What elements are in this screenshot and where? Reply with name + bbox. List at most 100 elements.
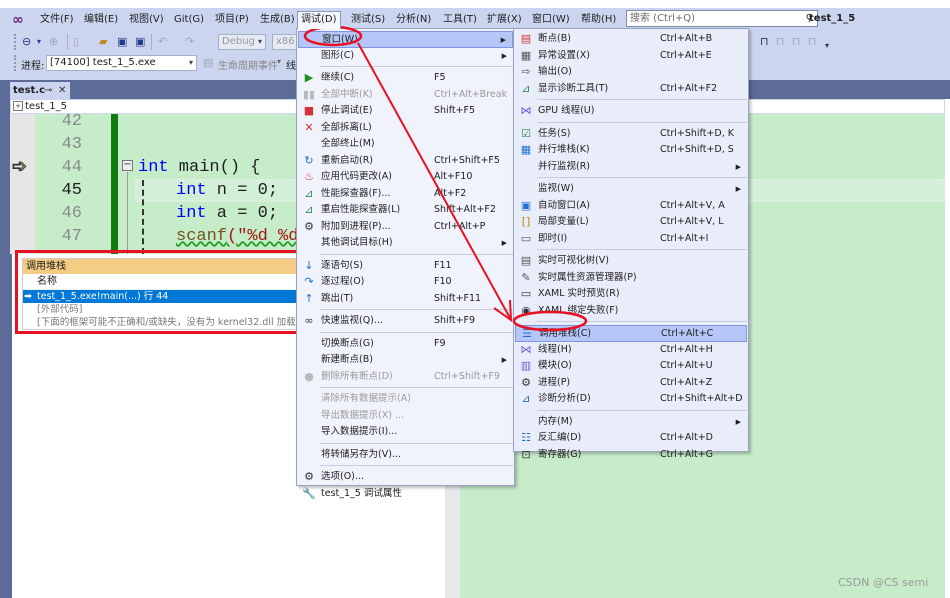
navigate-forward-icon[interactable]: ⊕ bbox=[49, 35, 58, 49]
step-over-icon: ↷ bbox=[304, 275, 314, 288]
menu-0[interactable]: 文件(F) bbox=[37, 12, 77, 28]
menu-item-11[interactable]: ⊿ 重启性能探查器(L) Shift+Alt+F2 bbox=[298, 202, 513, 219]
output-icon: ⇨ bbox=[521, 65, 531, 78]
menu-item-4[interactable]: ▮▮ 全部中断(K) Ctrl+Alt+Break bbox=[298, 87, 513, 104]
process-select[interactable]: [74100] test_1_5.exe ▾ bbox=[46, 55, 197, 71]
code-text: n = 0; bbox=[206, 181, 279, 200]
menu-item-26[interactable]: 导出数据提示(X) ... bbox=[298, 408, 513, 425]
menu-5[interactable]: 生成(B) bbox=[257, 12, 298, 28]
configuration-select[interactable]: Debug ▾ bbox=[218, 34, 266, 50]
menu-6[interactable]: 调试(D) bbox=[297, 11, 341, 29]
prev-bookmark-icon[interactable]: ⊓ bbox=[776, 35, 785, 49]
menu-item-17[interactable]: ↑ 跳出(T) Shift+F11 bbox=[298, 291, 513, 308]
redo-icon[interactable]: ↷ bbox=[185, 35, 194, 49]
menu-item-12[interactable]: ⚙ 附加到进程(P)... Ctrl+Alt+P bbox=[298, 219, 513, 236]
menu-7[interactable]: 测试(S) bbox=[348, 12, 388, 28]
toolbar-grip[interactable] bbox=[14, 55, 17, 71]
menu-item-32[interactable]: 🔧 test_1_5 调试属性 bbox=[298, 486, 513, 503]
menu-10[interactable]: 扩展(X) bbox=[484, 12, 525, 28]
close-icon[interactable]: ✕ bbox=[58, 82, 66, 99]
navigate-back-icon[interactable]: ⊖ bbox=[22, 35, 31, 49]
menu-item-19[interactable]: ◉ XAML 绑定失败(F) bbox=[515, 303, 747, 320]
lifecycle-events-button[interactable]: 生命周期事件 bbox=[218, 57, 278, 72]
open-file-icon[interactable]: ▰ bbox=[99, 35, 107, 49]
process-value: [74100] test_1_5.exe bbox=[50, 57, 156, 68]
menu-item-25[interactable]: 清除所有数据提示(A) bbox=[298, 391, 513, 408]
menu-1[interactable]: 编辑(E) bbox=[81, 12, 121, 28]
menu-item-6[interactable]: ✕ 全部拆离(L) bbox=[298, 120, 513, 137]
delete-breakpoints-icon: ● bbox=[304, 369, 314, 383]
menu-item-9[interactable]: 并行监视(R) ▶ bbox=[515, 159, 747, 176]
indicator-margin[interactable] bbox=[10, 114, 35, 254]
menu-item-2[interactable]: ⇨ 输出(O) bbox=[515, 64, 747, 81]
menu-item-21[interactable]: 切换断点(G) F9 bbox=[298, 336, 513, 353]
undo-icon[interactable]: ↶ bbox=[158, 35, 167, 49]
menu-item-27[interactable]: 内存(M) ▶ bbox=[515, 414, 747, 431]
menu-9[interactable]: 工具(T) bbox=[440, 12, 480, 28]
menu-item-label: 逐语句(S) bbox=[321, 259, 363, 271]
menu-item-3[interactable]: ▶ 继续(C) F5 bbox=[298, 70, 513, 87]
menu-item-21[interactable]: ☰ 调用堆栈(C) Ctrl+Alt+C bbox=[515, 325, 747, 342]
new-project-icon[interactable]: ▯ bbox=[73, 35, 79, 49]
menu-item-shortcut: Ctrl+Alt+D bbox=[660, 432, 714, 443]
menu-item-29[interactable]: 将转储另存为(V)... bbox=[298, 447, 513, 464]
bookmark-icon[interactable]: ⊓ bbox=[760, 35, 769, 49]
menu-item-0[interactable]: ▤ 断点(B) Ctrl+Alt+B bbox=[515, 31, 747, 48]
menu-item-23[interactable]: ● 删除所有断点(D) Ctrl+Shift+F9 bbox=[298, 369, 513, 386]
save-all-icon[interactable]: ▣ bbox=[135, 35, 145, 49]
menu-4[interactable]: 项目(P) bbox=[212, 12, 252, 28]
menu-3[interactable]: Git(G) bbox=[171, 12, 207, 28]
menu-item-22[interactable]: 新建断点(B) ▶ bbox=[298, 352, 513, 369]
menu-11[interactable]: 窗口(W) bbox=[529, 12, 573, 28]
menu-item-3[interactable]: ⊿ 显示诊断工具(T) Ctrl+Alt+F2 bbox=[515, 81, 747, 98]
menu-item-9[interactable]: ♨ 应用代码更改(A) Alt+F10 bbox=[298, 169, 513, 186]
menu-item-8[interactable]: ↻ 重新启动(R) Ctrl+Shift+F5 bbox=[298, 153, 513, 170]
menu-item-16[interactable]: ↷ 逐过程(O) F10 bbox=[298, 274, 513, 291]
menu-item-11[interactable]: 监视(W) ▶ bbox=[515, 181, 747, 198]
menu-item-7[interactable]: ☑ 任务(S) Ctrl+Shift+D, K bbox=[515, 126, 747, 143]
tab-test-c[interactable]: test.c ⊸ ✕ bbox=[10, 82, 70, 99]
menu-item-0[interactable]: 窗口(W) ▶ bbox=[298, 31, 513, 48]
search-input[interactable]: 搜索 (Ctrl+Q) ⚲ bbox=[626, 10, 818, 27]
menu-item-13[interactable]: [] 局部变量(L) Ctrl+Alt+V, L bbox=[515, 214, 747, 231]
menu-item-31[interactable]: ⚙ 选项(O)... bbox=[298, 469, 513, 486]
menu-item-17[interactable]: ✎ 实时属性资源管理器(P) bbox=[515, 270, 747, 287]
menu-item-25[interactable]: ⊿ 诊断分析(D) Ctrl+Shift+Alt+D bbox=[515, 391, 747, 408]
menu-item-14[interactable]: ▭ 即时(I) Ctrl+Alt+I bbox=[515, 231, 747, 248]
menu-item-7[interactable]: 全部终止(M) bbox=[298, 136, 513, 153]
menu-item-23[interactable]: ▥ 模块(O) Ctrl+Alt+U bbox=[515, 358, 747, 375]
save-icon[interactable]: ▣ bbox=[117, 35, 127, 49]
next-bookmark-icon[interactable]: ⊓ bbox=[792, 35, 801, 49]
chevron-down-icon[interactable]: ▾ bbox=[277, 57, 281, 66]
toolbar-overflow-icon[interactable]: ▾ bbox=[825, 39, 829, 53]
line-number: 46 bbox=[61, 204, 82, 223]
pin-icon[interactable]: ⊸ bbox=[44, 82, 52, 99]
menu-item-27[interactable]: 导入数据提示(I)... bbox=[298, 424, 513, 441]
call-stack-icon: ☰ bbox=[522, 327, 532, 340]
toolbar-grip[interactable] bbox=[14, 34, 17, 50]
menu-item-8[interactable]: ▦ 并行堆栈(K) Ctrl+Shift+D, S bbox=[515, 142, 747, 159]
menu-item-24[interactable]: ⚙ 进程(P) Ctrl+Alt+Z bbox=[515, 375, 747, 392]
menu-item-18[interactable]: ▭ XAML 实时预览(R) bbox=[515, 286, 747, 303]
menu-item-5[interactable]: ■ 停止调试(E) Shift+F5 bbox=[298, 103, 513, 120]
menu-item-13[interactable]: 其他调试目标(H) ▶ bbox=[298, 235, 513, 252]
menu-item-1[interactable]: 图形(C) ▶ bbox=[298, 48, 513, 65]
menu-item-22[interactable]: ⋈ 线程(H) Ctrl+Alt+H bbox=[515, 342, 747, 359]
menu-item-15[interactable]: ↓ 逐语句(S) F11 bbox=[298, 258, 513, 275]
menu-2[interactable]: 视图(V) bbox=[126, 12, 167, 28]
menu-item-28[interactable]: ☷ 反汇编(D) Ctrl+Alt+D bbox=[515, 430, 747, 447]
collapse-icon[interactable]: − bbox=[122, 160, 133, 171]
menu-12[interactable]: 帮助(H) bbox=[578, 12, 619, 28]
menu-item-1[interactable]: ▦ 异常设置(X) Ctrl+Alt+E bbox=[515, 48, 747, 65]
menu-item-10[interactable]: ⊿ 性能探查器(F)... Alt+F2 bbox=[298, 186, 513, 203]
menu-item-12[interactable]: ▣ 自动窗口(A) Ctrl+Alt+V, A bbox=[515, 198, 747, 215]
dropdown-arrow-icon[interactable]: ▾ bbox=[37, 35, 41, 49]
menu-item-shortcut: Shift+Alt+F2 bbox=[434, 204, 496, 215]
menu-8[interactable]: 分析(N) bbox=[393, 12, 434, 28]
menu-item-29[interactable]: ⊡ 寄存器(G) Ctrl+Alt+G bbox=[515, 447, 747, 464]
menu-item-5[interactable]: ⋈ GPU 线程(U) bbox=[515, 103, 747, 120]
clear-bookmarks-icon[interactable]: ⊓ bbox=[808, 35, 817, 49]
platform-select[interactable]: x86 bbox=[272, 34, 298, 50]
menu-item-16[interactable]: ▤ 实时可视化树(V) bbox=[515, 253, 747, 270]
menu-item-19[interactable]: ∞ 快速监视(Q)... Shift+F9 bbox=[298, 313, 513, 330]
